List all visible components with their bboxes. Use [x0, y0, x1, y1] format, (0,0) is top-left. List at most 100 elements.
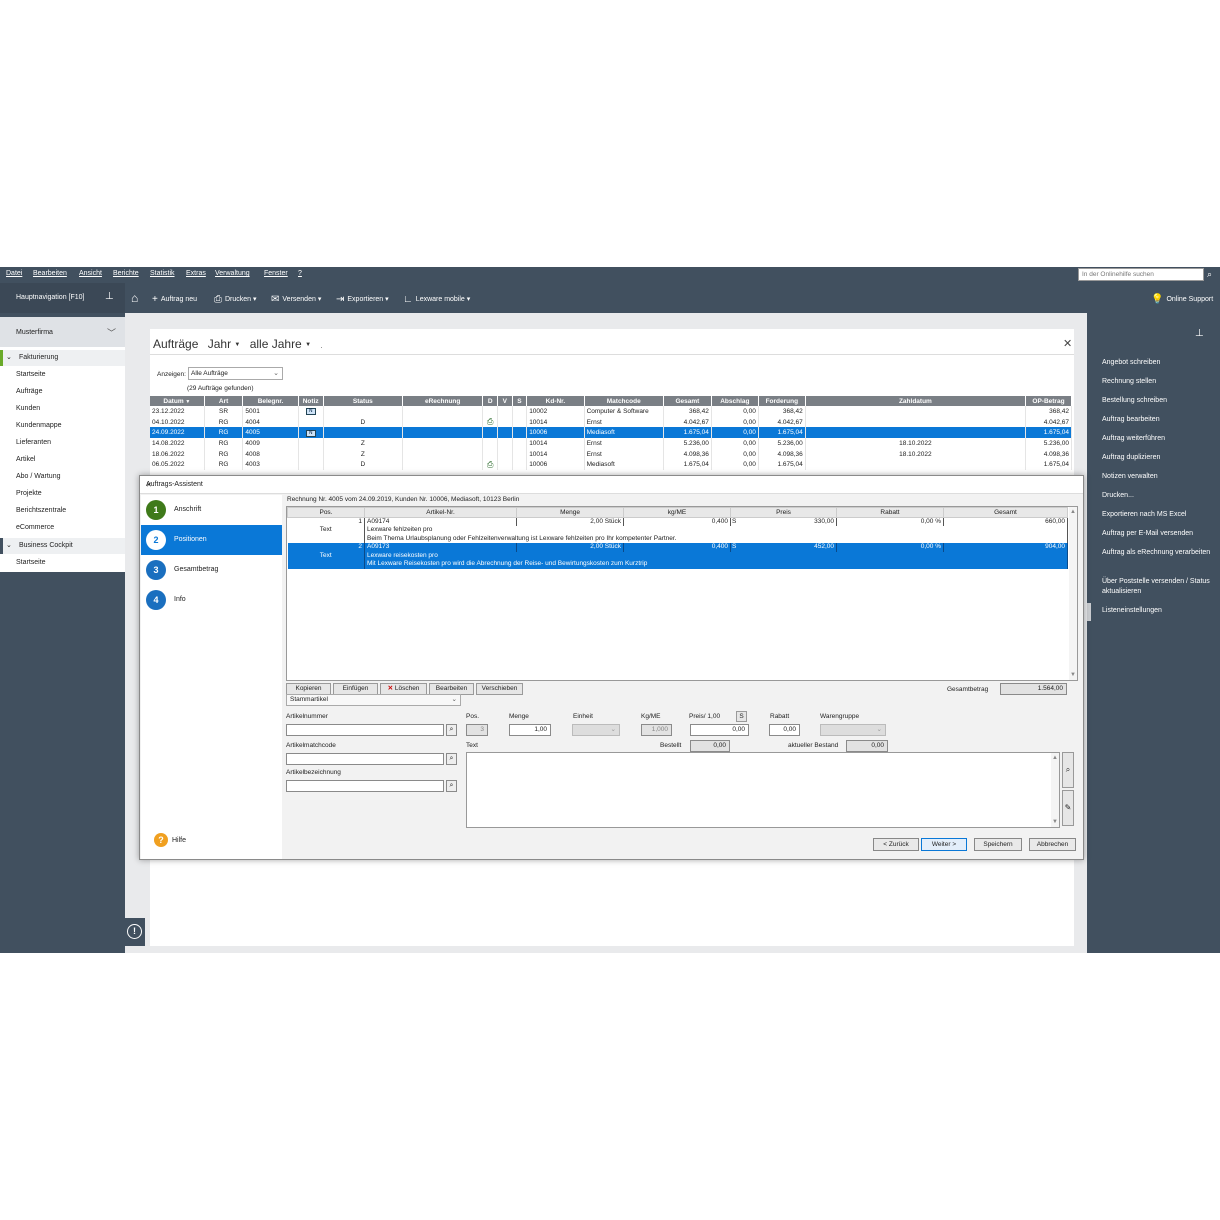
column-header[interactable]: Abschlag	[711, 396, 759, 406]
warengruppe-select[interactable]: ⌄	[820, 724, 886, 736]
text-edit-button[interactable]: ✎	[1062, 790, 1074, 826]
action-drucken[interactable]: Drucken...	[1102, 491, 1214, 501]
positions-list[interactable]: Pos. Artikel-Nr. Menge kg/ME Preis Rabat…	[286, 506, 1078, 681]
text-search-button[interactable]: ⌕	[1062, 752, 1074, 788]
show-filter-select[interactable]: Alle Aufträge ⌄	[188, 367, 283, 380]
note-icon[interactable]: N	[305, 429, 316, 437]
move-button[interactable]: Verschieben	[476, 683, 523, 695]
action-auftrag-duplizieren[interactable]: Auftrag duplizieren	[1102, 453, 1214, 463]
pin-icon[interactable]: ⊥	[1195, 328, 1204, 339]
column-header[interactable]: Datum ▼	[150, 396, 205, 406]
step-anschrift[interactable]: 1 Anschrift	[141, 495, 282, 525]
step-info[interactable]: 4 Info	[141, 585, 282, 615]
next-button[interactable]: Weiter >	[921, 838, 967, 851]
column-header[interactable]: Zahldatum	[805, 396, 1026, 406]
action-email-versenden[interactable]: Auftrag per E-Mail versenden	[1102, 529, 1214, 539]
textarea-scrollbar[interactable]: ▲ ▼	[1051, 753, 1059, 827]
chevron-down-icon[interactable]: ﹀	[107, 326, 116, 339]
online-support-button[interactable]: 💡 Online Support	[1151, 294, 1213, 305]
menu-verwaltung[interactable]: Verwaltung	[215, 270, 250, 277]
column-header[interactable]: Gesamt	[663, 396, 712, 406]
nav-item-artikel[interactable]: Artikel	[0, 452, 125, 468]
menu-bearbeiten[interactable]: Bearbeiten	[33, 270, 67, 277]
menu-berichte[interactable]: Berichte	[113, 270, 139, 277]
nav-item-cockpit-startseite[interactable]: Startseite	[0, 555, 125, 571]
pin-icon[interactable]: ⊥	[105, 291, 114, 302]
text-textarea[interactable]: ▲ ▼	[466, 752, 1060, 828]
action-notizen-verwalten[interactable]: Notizen verwalten	[1102, 472, 1214, 482]
back-button[interactable]: < Zurück	[873, 838, 919, 851]
step-gesamtbetrag[interactable]: 3 Gesamtbetrag	[141, 555, 282, 585]
main-navigation-header[interactable]: Hauptnavigation [F10] ⊥	[0, 283, 125, 313]
menu-ansicht[interactable]: Ansicht	[79, 270, 102, 277]
cancel-button[interactable]: Abbrechen	[1029, 838, 1076, 851]
menu-extras[interactable]: Extras	[186, 270, 206, 277]
export-button[interactable]: ⇥ Exportieren ▾	[336, 294, 389, 305]
nav-item-startseite[interactable]: Startseite	[0, 367, 125, 383]
column-header[interactable]: Forderung	[758, 396, 806, 406]
action-poststelle[interactable]: Über Poststelle versenden / Status aktua…	[1102, 577, 1214, 597]
help-label[interactable]: Hilfe	[172, 837, 186, 844]
menu-datei[interactable]: Datei	[6, 270, 22, 277]
column-header[interactable]: S	[512, 396, 528, 406]
table-row[interactable]: 24.09.2022 RG 4005 N 10006 Mediasoft 1.675,04 0…	[150, 427, 1073, 439]
nav-item-abo-wartung[interactable]: Abo / Wartung	[0, 469, 125, 485]
column-header[interactable]: OP-Betrag	[1025, 396, 1073, 406]
artikelnummer-input[interactable]	[286, 724, 444, 736]
help-icon[interactable]: ?	[154, 833, 168, 847]
table-row[interactable]: 06.05.2022 RG 4003 D ⎙ 10006 Mediasoft 1.675,04…	[150, 459, 1073, 471]
nav-item-berichtszentrale[interactable]: Berichtszentrale	[0, 503, 125, 519]
company-selector[interactable]: Musterfirma ﹀	[0, 317, 125, 347]
artikelbezeichnung-input[interactable]	[286, 780, 444, 792]
rabatt-input[interactable]: 0,00	[769, 724, 800, 736]
column-header[interactable]: Kd-Nr.	[526, 396, 585, 406]
search-icon[interactable]: ⌕	[446, 724, 457, 736]
menu-fenster[interactable]: Fenster	[264, 270, 288, 277]
new-order-button[interactable]: + Auftrag neu	[152, 294, 197, 305]
menu-help[interactable]: ?	[298, 270, 302, 277]
nav-group-fakturierung[interactable]: ⌄ Fakturierung	[0, 350, 125, 366]
year-selector[interactable]: alle Jahre ▼	[250, 337, 311, 351]
nav-item-lieferanten[interactable]: Lieferanten	[0, 435, 125, 451]
column-header[interactable]: eRechnung	[402, 396, 484, 406]
scroll-down-icon[interactable]: ▼	[1052, 819, 1058, 825]
action-listeneinstellungen[interactable]: Listeneinstellungen	[1102, 606, 1214, 616]
price-mode-button[interactable]: S	[736, 711, 747, 722]
position-text-row[interactable]: Text Lexware reisekosten pro	[287, 551, 1068, 560]
print-button[interactable]: ⎙ Drucken ▾	[214, 294, 257, 305]
lexware-mobile-button[interactable]: ∟ Lexware mobile ▾	[403, 294, 470, 305]
einheit-select[interactable]: ⌄	[572, 724, 620, 736]
column-header[interactable]: V	[497, 396, 513, 406]
nav-item-kundenmappe[interactable]: Kundenmappe	[0, 418, 125, 434]
nav-item-kunden[interactable]: Kunden	[0, 401, 125, 417]
preis-input[interactable]: 0,00	[690, 724, 749, 736]
action-rechnung-stellen[interactable]: Rechnung stellen	[1102, 377, 1214, 387]
positions-scrollbar[interactable]: ▲ ▼	[1069, 507, 1077, 680]
scroll-up-icon[interactable]: ▲	[1070, 509, 1076, 515]
column-header[interactable]: Art	[204, 396, 244, 406]
action-erechnung[interactable]: Auftrag als eRechnung verarbeiten	[1102, 548, 1214, 558]
scroll-down-icon[interactable]: ▼	[1070, 672, 1076, 678]
send-button[interactable]: ✉ Versenden ▾	[271, 294, 321, 305]
step-positionen[interactable]: 2 Positionen	[141, 525, 282, 555]
column-header[interactable]: Matchcode	[584, 396, 664, 406]
menge-input[interactable]: 1,00	[509, 724, 551, 736]
column-header[interactable]: D	[482, 396, 498, 406]
column-header[interactable]: Status	[323, 396, 404, 406]
column-header[interactable]: Notiz	[298, 396, 324, 406]
artikelmatchcode-input[interactable]	[286, 753, 444, 765]
action-auftrag-weiterfuehren[interactable]: Auftrag weiterführen	[1102, 434, 1214, 444]
table-row[interactable]: 23.12.2022 SR 5001 N 10002 Computer & Softwar…	[150, 406, 1073, 417]
position-row[interactable]: 1 A09174 2,00 Stück 0,400 S 330,00 0,00 % 660,0…	[287, 517, 1068, 526]
position-text-row[interactable]: Mit Lexware Reisekosten pro wird die Abr…	[287, 560, 1068, 569]
search-icon[interactable]: ⌕	[446, 753, 457, 765]
search-icon[interactable]: ⌕	[1207, 269, 1212, 280]
save-button[interactable]: Speichern	[974, 838, 1022, 851]
period-selector[interactable]: Jahr ▼	[208, 337, 241, 351]
scroll-up-icon[interactable]: ▲	[1052, 755, 1058, 761]
nav-item-ecommerce[interactable]: eCommerce	[0, 520, 125, 536]
action-export-excel[interactable]: Exportieren nach MS Excel	[1102, 510, 1214, 520]
close-icon[interactable]: ✕	[146, 481, 152, 489]
table-row[interactable]: 04.10.2022 RG 4004 D ⎙ 10014 Ernst 4.042,67 0,00…	[150, 416, 1073, 428]
position-text-row[interactable]: Text Lexware fehlzeiten pro	[287, 526, 1068, 535]
